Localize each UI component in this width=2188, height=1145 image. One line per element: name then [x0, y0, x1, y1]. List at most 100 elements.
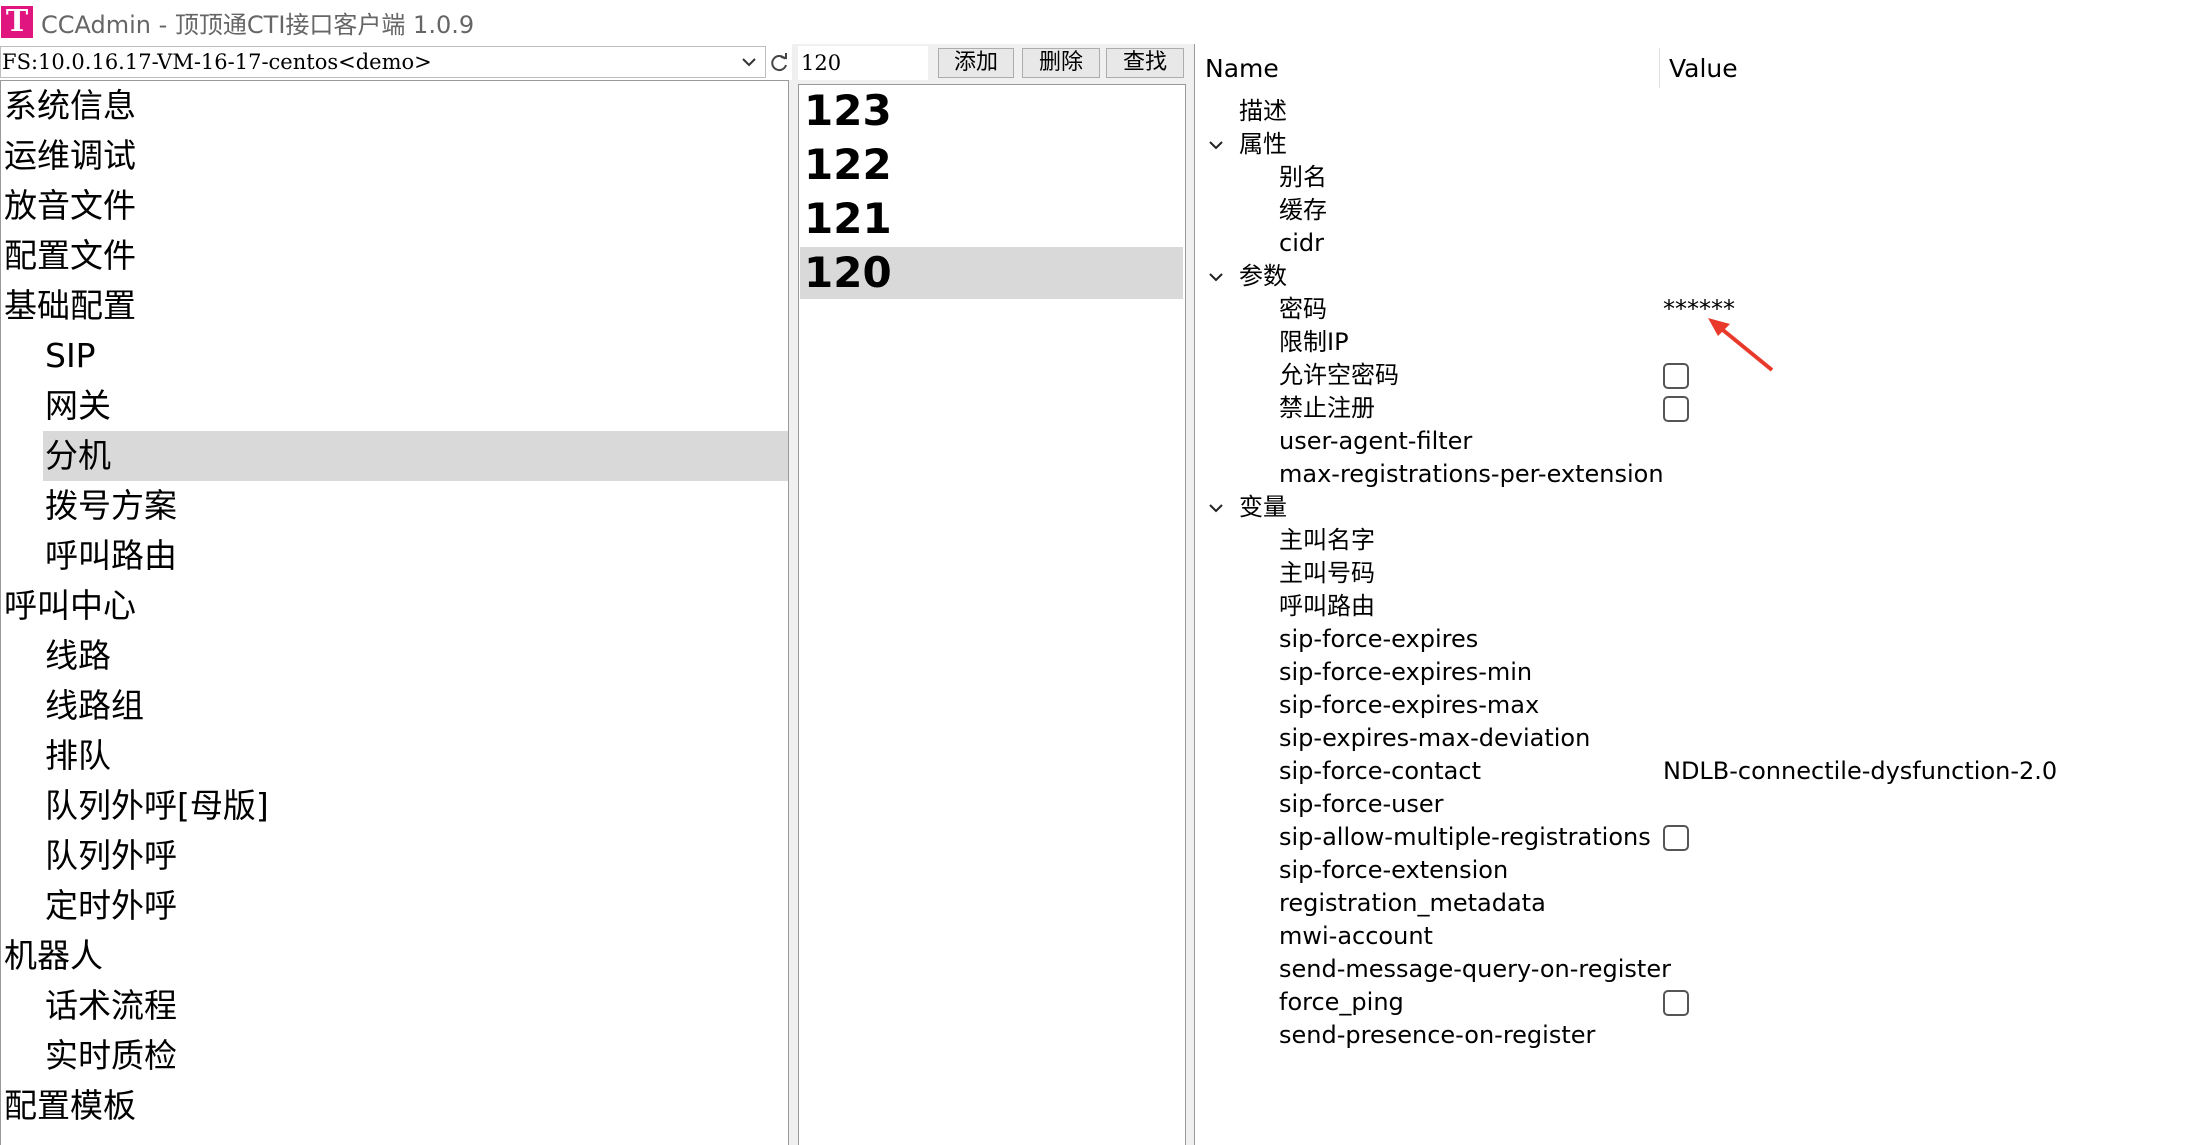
property-row[interactable]: sip-force-expires-min: [1195, 656, 2188, 689]
property-group-label: 变量: [1239, 493, 1287, 521]
chevron-down-icon[interactable]: [1207, 499, 1225, 517]
property-name: 呼叫路由: [1279, 592, 1375, 620]
nav-item[interactable]: 线路组: [43, 681, 788, 731]
refresh-icon[interactable]: [768, 52, 790, 74]
property-name: sip-expires-max-deviation: [1279, 724, 1591, 752]
property-group-row[interactable]: 变量: [1195, 491, 2188, 524]
property-row[interactable]: 限制IP: [1195, 326, 2188, 359]
property-row[interactable]: sip-force-expires: [1195, 623, 2188, 656]
property-checkbox[interactable]: [1663, 363, 1689, 389]
property-name: registration_metadata: [1279, 889, 1546, 917]
nav-item[interactable]: 分机: [43, 431, 788, 481]
property-checkbox[interactable]: [1663, 990, 1689, 1016]
app-window: T CCAdmin - 顶顶通CTI接口客户端 1.0.9 FS:10.0.16…: [0, 0, 2188, 1145]
property-row[interactable]: force_ping: [1195, 986, 2188, 1019]
property-name: sip-allow-multiple-registrations: [1279, 823, 1651, 851]
property-name: 主叫名字: [1279, 526, 1375, 554]
nav-item-partial[interactable]: [43, 1131, 788, 1145]
property-checkbox[interactable]: [1663, 825, 1689, 851]
nav-item[interactable]: 系统信息: [4, 81, 788, 131]
property-name: user-agent-filter: [1279, 427, 1473, 455]
extension-input[interactable]: [798, 46, 928, 80]
nav-item[interactable]: 运维调试: [4, 131, 788, 181]
property-checkbox[interactable]: [1663, 396, 1689, 422]
nav-item[interactable]: SIP: [43, 331, 788, 381]
extension-item[interactable]: 123: [800, 85, 1183, 137]
property-row[interactable]: sip-force-user: [1195, 788, 2188, 821]
property-name: 限制IP: [1279, 328, 1349, 356]
property-row[interactable]: send-presence-on-register: [1195, 1019, 2188, 1052]
property-row[interactable]: send-message-query-on-register: [1195, 953, 2188, 986]
property-name: mwi-account: [1279, 922, 1433, 950]
add-button[interactable]: 添加: [938, 48, 1014, 78]
name-column-header[interactable]: Name: [1205, 44, 1279, 90]
nav-item[interactable]: 机器人: [4, 931, 788, 981]
property-grid[interactable]: Name Value 描述 属性别名缓存 cidr 参数 密码 ****** 限制IP 允许空…: [1194, 44, 2188, 1145]
extension-item[interactable]: 121: [800, 193, 1183, 245]
property-row[interactable]: user-agent-filter: [1195, 425, 2188, 458]
extension-item[interactable]: 122: [800, 139, 1183, 191]
window-title: CCAdmin - 顶顶通CTI接口客户端 1.0.9: [41, 10, 475, 39]
property-row[interactable]: sip-allow-multiple-registrations: [1195, 821, 2188, 854]
property-group-row[interactable]: 参数: [1195, 260, 2188, 293]
property-row[interactable]: 呼叫路由: [1195, 590, 2188, 623]
nav-item[interactable]: 网关: [43, 381, 788, 431]
property-row[interactable]: 缓存: [1195, 194, 2188, 227]
property-row[interactable]: 别名: [1195, 161, 2188, 194]
property-name: sip-force-expires: [1279, 625, 1479, 653]
extension-list[interactable]: 123 122 121 120: [798, 84, 1186, 1145]
find-button[interactable]: 查找: [1106, 48, 1184, 78]
property-name: sip-force-expires-min: [1279, 658, 1533, 686]
property-value[interactable]: NDLB-connectile-dysfunction-2.0: [1663, 755, 2057, 788]
nav-item[interactable]: 线路: [43, 631, 788, 681]
property-row[interactable]: 禁止注册: [1195, 392, 2188, 425]
nav-item[interactable]: 队列外呼[母版]: [43, 781, 788, 831]
property-group-label: 属性: [1239, 130, 1287, 158]
nav-item[interactable]: 排队: [43, 731, 788, 781]
property-row[interactable]: sip-force-contact NDLB-connectile-dysfunc…: [1195, 755, 2188, 788]
property-grid-header: Name Value: [1195, 44, 2188, 90]
nav-item[interactable]: 配置模板: [4, 1081, 788, 1131]
property-name: 主叫号码: [1279, 559, 1375, 587]
property-name: max-registrations-per-extension: [1279, 460, 1664, 488]
property-row[interactable]: 允许空密码: [1195, 359, 2188, 392]
property-row[interactable]: 描述: [1195, 95, 2188, 128]
property-row[interactable]: sip-force-expires-max: [1195, 689, 2188, 722]
property-group-row[interactable]: 属性: [1195, 128, 2188, 161]
property-name: 别名: [1279, 163, 1327, 191]
property-name: sip-force-extension: [1279, 856, 1509, 884]
property-row[interactable]: cidr: [1195, 227, 2188, 260]
nav-item[interactable]: 基础配置: [4, 281, 788, 331]
nav-item[interactable]: 呼叫中心: [4, 581, 788, 631]
nav-item[interactable]: 配置文件: [4, 231, 788, 281]
property-row[interactable]: max-registrations-per-extension: [1195, 458, 2188, 491]
property-row[interactable]: registration_metadata: [1195, 887, 2188, 920]
property-row[interactable]: mwi-account: [1195, 920, 2188, 953]
nav-item[interactable]: 实时质检: [43, 1031, 788, 1081]
column-divider[interactable]: [1659, 48, 1660, 88]
property-row[interactable]: 密码 ******: [1195, 293, 2188, 326]
extension-item[interactable]: 120: [800, 247, 1183, 299]
chevron-down-icon[interactable]: [1207, 268, 1225, 286]
property-row[interactable]: sip-force-extension: [1195, 854, 2188, 887]
property-name: sip-force-expires-max: [1279, 691, 1540, 719]
property-row[interactable]: 主叫名字: [1195, 524, 2188, 557]
nav-item[interactable]: 话术流程: [43, 981, 788, 1031]
nav-item[interactable]: 拨号方案: [43, 481, 788, 531]
property-row[interactable]: 主叫号码: [1195, 557, 2188, 590]
nav-item[interactable]: 呼叫路由: [43, 531, 788, 581]
property-name: force_ping: [1279, 988, 1404, 1016]
nav-item[interactable]: 队列外呼: [43, 831, 788, 881]
value-column-header[interactable]: Value: [1669, 44, 1738, 90]
chevron-down-icon[interactable]: [1207, 136, 1225, 154]
property-name: 允许空密码: [1279, 361, 1399, 389]
nav-tree[interactable]: 系统信息 运维调试 放音文件 配置文件 基础配置 SIP 网关 分机 拨号方案 呼叫路由 呼叫中心线…: [0, 80, 789, 1145]
server-select[interactable]: FS:10.0.16.17-VM-16-17-centos<demo>: [0, 46, 766, 78]
property-row[interactable]: sip-expires-max-deviation: [1195, 722, 2188, 755]
chevron-down-icon: [742, 58, 756, 67]
nav-item[interactable]: 定时外呼: [43, 881, 788, 931]
property-name: sip-force-user: [1279, 790, 1444, 818]
nav-item[interactable]: 放音文件: [4, 181, 788, 231]
property-name: cidr: [1279, 229, 1324, 257]
delete-button[interactable]: 删除: [1022, 48, 1100, 78]
